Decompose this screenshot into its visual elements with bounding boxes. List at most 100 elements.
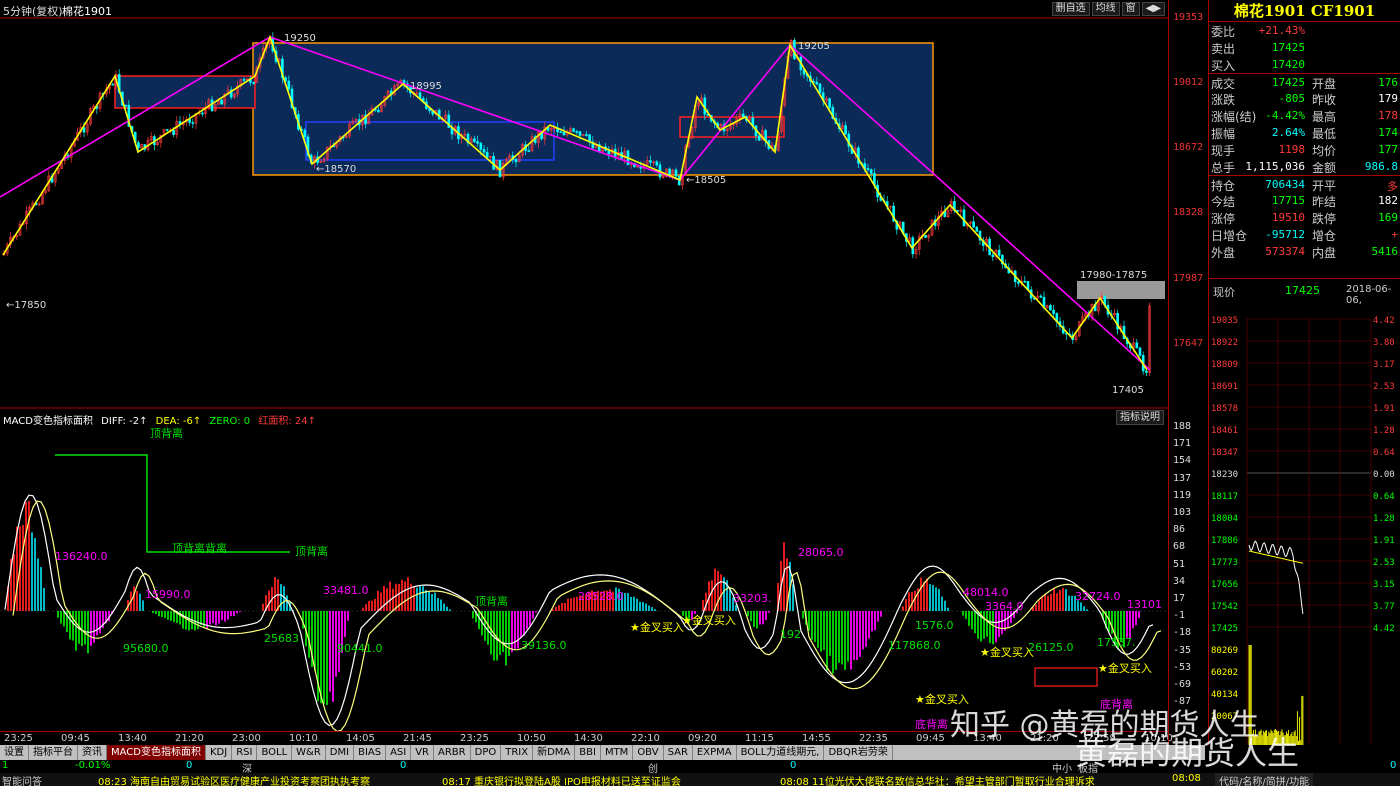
quote-row: 买入 17420 [1209,56,1400,73]
tab-10[interactable]: ASI [386,745,411,760]
quote-row: 振幅 2.64% 最低 174 [1209,124,1400,141]
mini-price-tick: 18809 [1211,360,1238,370]
macd-area-4: 25683 [264,632,299,645]
quote-row: 涨停 19510 跌停 169 [1209,209,1400,226]
mini-pct-tick: 0.00 [1373,470,1395,480]
macd-zero: ZERO: 0 [209,416,250,427]
candle-body [992,255,994,257]
tab-6[interactable]: BOLL [257,745,292,760]
quote-row: 涨跌 -805 昨收 179 [1209,90,1400,107]
news-ticker[interactable]: 智能问答 08:23 海南自由贸易试验区医疗健康产业投资考察团执执考察 08:1… [0,773,1400,786]
quote-v1: 706434 [1265,178,1305,191]
tab-11[interactable]: VR [411,745,434,760]
mini-pct-tick: 1.28 [1373,426,1395,436]
candle-body [563,132,565,135]
quote-v1: -805 [1279,92,1306,105]
time-tick: 10:50 [517,733,546,744]
tab-20[interactable]: EXPMA [693,745,737,760]
time-tick: 10:10 [289,733,318,744]
code-search-input[interactable]: 代码/名称/简拼/功能 [1215,773,1313,786]
golden-cross-2: ★金叉买入 [682,613,736,627]
main-chart-area[interactable]: 5分钟(复权) 棉花1901 删自选 均线 窗 ◀▶ 19250 18995 ←… [0,0,1205,745]
status-3: 0 [186,760,192,771]
macd-area-7: 28528.0 [578,590,624,603]
candle-body [477,142,479,144]
tab-1[interactable]: 指标平台 [29,745,78,760]
status-10: 0 [1390,760,1396,771]
tab-0[interactable]: 设置 [0,745,29,760]
tab-17[interactable]: MTM [601,745,633,760]
time-tick: 09:45 [916,733,945,744]
quote-l1: 外盘 [1211,244,1235,261]
candle-body [845,126,847,135]
quote-v1: 573374 [1265,245,1305,258]
tab-21[interactable]: BOLL力道线期元, [737,745,825,760]
price-tick: 19353 [1173,12,1203,23]
time-tick: 22:10 [631,733,660,744]
time-tick: 23:25 [4,733,33,744]
candle-body [816,82,818,84]
status-7: 0 [790,760,796,771]
macd-tick: 103 [1173,507,1191,518]
mini-pct-tick: 4.42 [1373,624,1395,634]
quote-row: 涨幅(结) -4.42% 最高 178 [1209,107,1400,124]
smart-qa-link[interactable]: 智能问答 [2,773,42,786]
mini-price-tick: 17656 [1211,580,1238,590]
target-zone-box [1077,281,1165,299]
time-tick: 14:05 [346,733,375,744]
quote-row: 成交 17425 开盘 176 [1209,73,1400,90]
candle-body [304,130,306,137]
tab-13[interactable]: DPO [471,745,502,760]
candle-body [201,113,203,114]
candle-body [963,210,965,226]
news-item-3[interactable]: 08:08 11位光伏大佬联名致信总华社：希望主管部门暂取行业合理诉求 [780,773,1095,786]
tab-16[interactable]: BBI [575,745,601,760]
mini-pct-tick: 3.17 [1373,360,1395,370]
candle-body [560,132,562,133]
macd-dea: DEA: -6↑ [156,416,202,427]
tab-3[interactable]: MACD变色指标面积 [107,745,206,760]
candle-body [957,210,959,211]
candle-body [1040,296,1042,297]
tab-2[interactable]: 资讯 [78,745,107,760]
mini-price-tick: 18230 [1211,470,1238,480]
quote-v2: 182 [1378,194,1398,207]
tab-15[interactable]: 新DMA [533,745,575,760]
tab-12[interactable]: ARBR [434,745,471,760]
news-item-2[interactable]: 08:17 重庆银行拟登陆A股 IPO申报材料已送至证监会 [442,773,681,786]
tab-14[interactable]: TRIX [501,745,533,760]
tab-8[interactable]: DMI [326,745,354,760]
mini-price-tick: 18117 [1211,492,1238,502]
tab-18[interactable]: OBV [633,745,663,760]
macd-area-13: 48014.0 [963,586,1009,599]
candle-body [1145,371,1147,373]
golden-cross-1: ★金叉买入 [630,620,684,634]
macd-area-19: 3364.0 [985,600,1024,613]
news-item-4[interactable]: 08:08 [1172,773,1201,784]
indicator-help-button[interactable]: 指标说明 [1116,410,1164,425]
mini-price-tick: 17425 [1211,624,1238,634]
tab-22[interactable]: DBQR岩劳荣 [824,745,892,760]
quote-l1: 总手 [1211,159,1235,176]
tab-4[interactable]: KDJ [206,745,232,760]
current-date: 2018-06-06, [1346,284,1400,306]
tab-19[interactable]: SAR [664,745,693,760]
tab-5[interactable]: RSI [232,745,257,760]
mini-price-tick: 18578 [1211,404,1238,414]
candle-body [528,151,530,152]
quote-row: 外盘 573374 内盘 5416 [1209,243,1400,260]
tab-7[interactable]: W&R [292,745,326,760]
annot-18995: 18995 [410,81,442,92]
candle-body [515,159,517,162]
macd-tick: -18 [1173,627,1191,638]
left-red-box [115,76,255,108]
quote-row: 委比 +21.43% [1209,22,1400,39]
quote-row: 持仓 706434 开平多 [1209,175,1400,192]
news-item-1[interactable]: 08:23 海南自由贸易试验区医疗健康产业投资考察团执执考察 [98,773,370,786]
macd-tick: 68 [1173,541,1185,552]
quote-v1: 1,115,036 [1245,160,1305,173]
kline-macd-svg[interactable]: 19250 18995 ←18570 ←18505 19205 ←17850 1… [0,0,1168,731]
tab-9[interactable]: BIAS [354,745,386,760]
quote-l2: 跌停 [1312,210,1336,227]
watermark-weibo: 黄磊的期货人生 [1075,728,1299,774]
